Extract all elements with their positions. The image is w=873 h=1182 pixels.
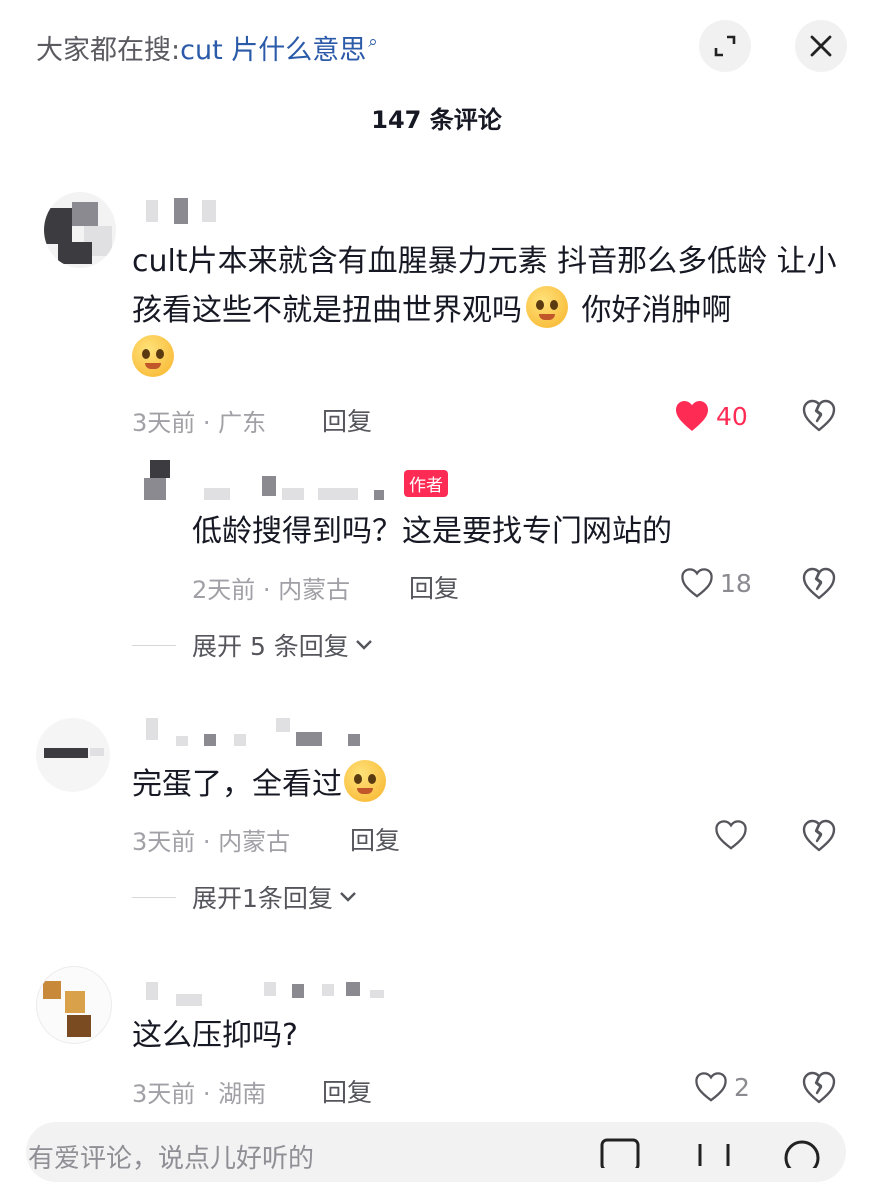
dislike-button[interactable] — [802, 399, 836, 437]
close-icon — [810, 35, 832, 57]
broken-heart-icon — [802, 1071, 836, 1104]
reply-button[interactable]: 回复 — [409, 569, 459, 605]
dislike-button[interactable] — [802, 819, 836, 857]
comment-meta: 3天前 · 湖南 — [132, 1080, 267, 1108]
comment-panel-header: 大家都在搜:cut 片什么意思 ⌕ 147 条评论 — [0, 0, 873, 134]
broken-heart-icon — [802, 567, 836, 600]
like-button[interactable]: 2 — [694, 1071, 750, 1103]
dislike-button[interactable] — [802, 1071, 836, 1109]
search-icon: ⌕ — [368, 32, 378, 52]
close-button[interactable] — [795, 20, 847, 72]
comment-meta: 3天前 · 广东 — [132, 409, 267, 437]
heart-outline-icon — [715, 820, 747, 850]
broken-heart-icon — [802, 819, 836, 852]
author-badge: 作者 — [404, 470, 448, 497]
like-button[interactable]: 40 — [674, 399, 748, 433]
broken-heart-icon — [802, 399, 836, 432]
expand-replies-label: 展开 5 条回复 — [192, 632, 349, 661]
like-button[interactable]: 18 — [680, 567, 752, 599]
like-button[interactable] — [714, 819, 748, 851]
like-count: 2 — [734, 1072, 750, 1102]
heart-outline-icon — [695, 1072, 727, 1102]
comment-text: 这么压抑吗? — [132, 1018, 298, 1053]
comment-composer: 有爱评论，说点儿好听的 — [0, 1108, 873, 1182]
comment-meta: 3天前 · 内蒙古 — [132, 828, 291, 856]
divider — [132, 896, 176, 898]
like-count: 40 — [716, 401, 748, 431]
pleading-face-emoji — [526, 286, 568, 328]
pleading-face-emoji — [132, 335, 174, 377]
avatar[interactable] — [140, 458, 178, 502]
chevron-down-icon — [355, 640, 372, 650]
divider — [132, 644, 176, 646]
expand-button[interactable] — [699, 20, 751, 72]
search-suggestion-prefix: 大家都在搜: — [36, 35, 181, 66]
expand-replies-label: 展开1条回复 — [192, 884, 333, 913]
expand-icon — [714, 35, 736, 57]
comment-text: cult片本来就含有血腥暴力元素 抖音那么多低龄 让小孩看这些不就是扭曲世界观吗… — [132, 238, 847, 384]
comment-count: 147 条评论 — [371, 106, 502, 134]
dislike-button[interactable] — [802, 567, 836, 605]
avatar[interactable] — [36, 966, 112, 1044]
reply-button[interactable]: 回复 — [350, 821, 400, 857]
avatar[interactable] — [44, 192, 116, 268]
reply-button[interactable]: 回复 — [322, 402, 372, 438]
reply-text: 低龄搜得到吗？这是要找专门网站的 — [192, 514, 672, 549]
pleading-face-emoji — [344, 760, 386, 802]
heart-filled-icon — [676, 401, 708, 431]
like-count: 18 — [720, 568, 752, 598]
reply-meta: 2天前 · 内蒙古 — [192, 576, 351, 604]
search-suggestion[interactable]: 大家都在搜:cut 片什么意思 ⌕ — [36, 28, 378, 67]
expand-replies-button[interactable]: 展开1条回复 — [132, 879, 357, 915]
heart-outline-icon — [681, 568, 713, 598]
reply-button[interactable]: 回复 — [322, 1073, 372, 1109]
search-suggestion-term[interactable]: cut 片什么意思 — [180, 35, 366, 66]
avatar[interactable] — [36, 718, 110, 792]
chevron-down-icon — [340, 892, 356, 902]
expand-replies-button[interactable]: 展开 5 条回复 — [132, 627, 373, 663]
comment-text: 完蛋了，全看过 — [132, 760, 390, 809]
comment-input-placeholder: 有爱评论，说点儿好听的 — [28, 1144, 315, 1174]
